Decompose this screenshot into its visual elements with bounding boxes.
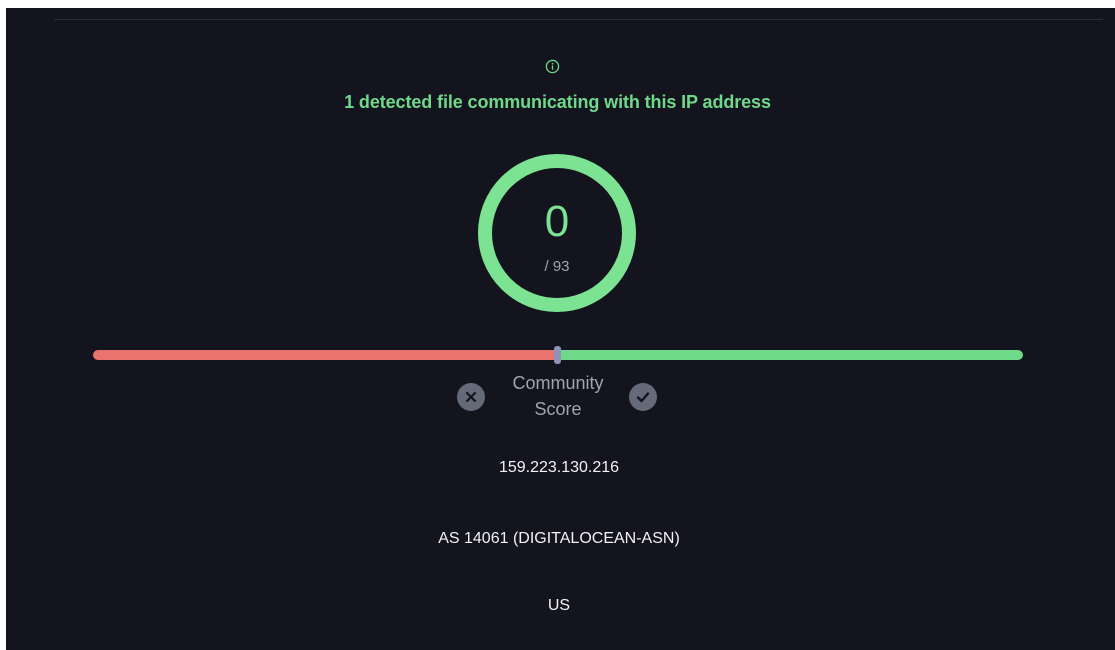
info-icon[interactable] xyxy=(545,59,560,74)
top-divider xyxy=(54,19,1103,20)
vote-harmful-button[interactable] xyxy=(457,383,485,411)
vote-harmless-button[interactable] xyxy=(629,383,657,411)
community-label-line2: Score xyxy=(534,399,582,419)
ip-summary-panel: 1 detected file communicating with this … xyxy=(6,8,1115,650)
detection-score-total: / 93 xyxy=(544,258,570,275)
asn-info[interactable]: AS 14061 (DIGITALOCEAN-ASN) xyxy=(6,530,1112,548)
detection-score-value: 0 xyxy=(544,197,570,246)
x-icon xyxy=(465,391,477,403)
ip-address: 159.223.130.216 xyxy=(498,459,620,476)
community-score-label: Community Score xyxy=(488,370,628,422)
detection-message[interactable]: 1 detected file communicating with this … xyxy=(6,92,1109,113)
community-score-positive-track xyxy=(561,350,1023,360)
community-score-negative-track xyxy=(93,350,561,360)
country-code: US xyxy=(547,597,571,614)
check-icon xyxy=(636,392,650,403)
community-label-line1: Community xyxy=(512,373,604,393)
community-score-marker xyxy=(554,346,561,364)
